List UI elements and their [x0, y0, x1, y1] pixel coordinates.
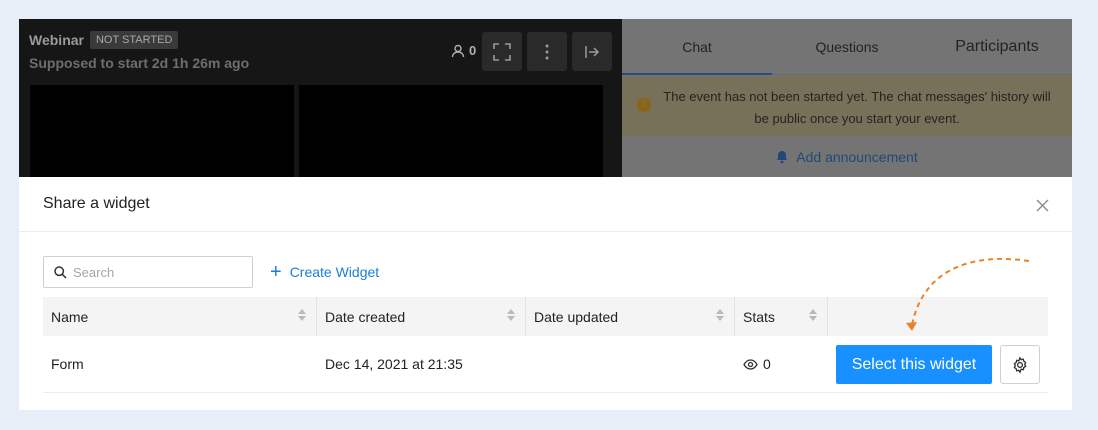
- column-label: Date updated: [534, 308, 619, 325]
- widgets-table: Name Date created Date updated Stats For…: [43, 297, 1048, 393]
- close-button[interactable]: [1032, 195, 1052, 215]
- select-widget-button[interactable]: Select this widget: [836, 345, 992, 384]
- plus-icon: +: [270, 261, 282, 283]
- search-box: [43, 256, 253, 288]
- add-announcement-link[interactable]: Add announcement: [622, 136, 1072, 177]
- close-icon: [1036, 199, 1048, 211]
- widget-name: Form: [51, 356, 84, 372]
- exit-icon: [585, 45, 600, 58]
- fullscreen-button[interactable]: [482, 32, 522, 71]
- column-label: Stats: [743, 308, 775, 325]
- chat-panel: Chat Questions Participants ! The event …: [622, 19, 1072, 177]
- eye-icon: [743, 358, 758, 370]
- more-options-button[interactable]: [527, 32, 567, 71]
- search-input[interactable]: [73, 264, 243, 280]
- attendee-counter: 0: [451, 43, 476, 58]
- column-header-name[interactable]: Name: [43, 297, 317, 336]
- column-header-date-created[interactable]: Date created: [317, 297, 526, 336]
- more-vertical-icon: [545, 44, 549, 59]
- webinar-subtitle: Supposed to start 2d 1h 26m ago: [29, 55, 250, 71]
- share-widget-modal: Share a widget + Create Widget Name Date…: [19, 177, 1072, 410]
- chat-tabs: Chat Questions Participants: [622, 19, 1072, 75]
- bell-icon: [777, 150, 788, 163]
- view-count: 0: [763, 356, 771, 372]
- widget-toolbar: + Create Widget: [43, 256, 379, 288]
- video-tile: [299, 85, 603, 177]
- column-label: Date created: [325, 308, 406, 325]
- video-tile: [30, 85, 294, 177]
- column-label: Name: [51, 308, 89, 325]
- webinar-header: Webinar NOT STARTED: [29, 31, 179, 49]
- tab-questions[interactable]: Questions: [772, 19, 922, 74]
- sort-icon: [716, 309, 724, 321]
- widget-settings-button[interactable]: [1000, 345, 1040, 384]
- sort-icon: [507, 309, 515, 321]
- add-announcement-label: Add announcement: [796, 148, 918, 165]
- sort-icon: [809, 309, 817, 321]
- fullscreen-icon: [493, 42, 511, 61]
- sort-icon: [298, 309, 306, 321]
- column-header-stats[interactable]: Stats: [735, 297, 828, 336]
- attendee-count: 0: [469, 43, 477, 58]
- exit-button[interactable]: [572, 32, 612, 71]
- modal-header: Share a widget: [19, 177, 1072, 232]
- create-widget-button[interactable]: + Create Widget: [270, 261, 380, 283]
- webinar-room: Webinar NOT STARTED Supposed to start 2d…: [19, 19, 1072, 177]
- gear-icon: [1013, 355, 1027, 374]
- notice-text: The event has not been started yet. The …: [663, 89, 1051, 126]
- status-badge: NOT STARTED: [89, 31, 179, 49]
- user-icon: [451, 44, 465, 57]
- video-panel: Webinar NOT STARTED Supposed to start 2d…: [19, 19, 622, 177]
- create-widget-label: Create Widget: [289, 264, 380, 280]
- table-header: Name Date created Date updated Stats: [43, 297, 1048, 336]
- widget-stats: 0: [735, 356, 828, 372]
- modal-title: Share a widget: [43, 195, 150, 212]
- tab-participants[interactable]: Participants: [922, 19, 1072, 74]
- warning-icon: !: [637, 98, 651, 112]
- webinar-title: Webinar: [29, 32, 84, 48]
- widget-date-created: Dec 14, 2021 at 21:35: [325, 356, 463, 372]
- column-header-actions: [828, 297, 1048, 336]
- event-notice: ! The event has not been started yet. Th…: [622, 76, 1072, 136]
- table-row[interactable]: Form Dec 14, 2021 at 21:35 0 Select this…: [43, 336, 1048, 393]
- tab-chat[interactable]: Chat: [622, 19, 772, 75]
- column-header-date-updated[interactable]: Date updated: [526, 297, 735, 336]
- search-icon: [54, 265, 67, 279]
